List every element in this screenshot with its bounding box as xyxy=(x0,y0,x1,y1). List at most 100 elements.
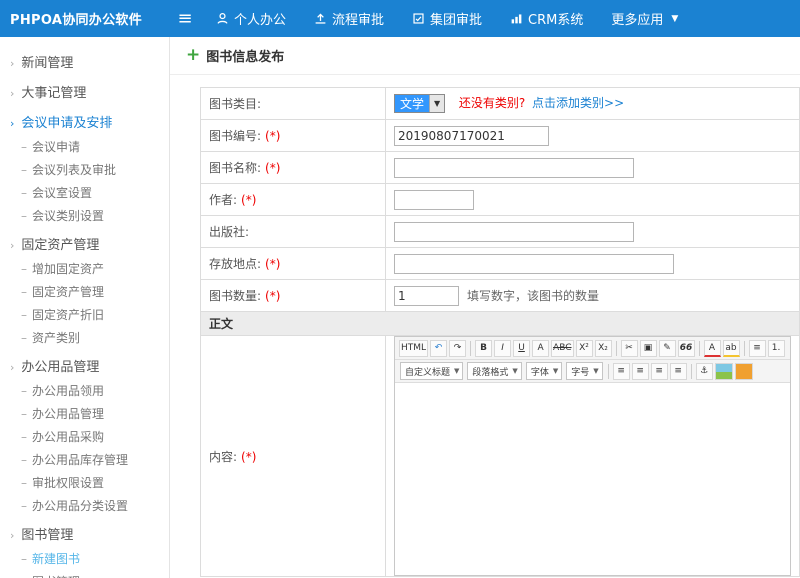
menu-icon[interactable]: ≡ xyxy=(170,8,200,29)
sidebar-item-meeting-category-settings[interactable]: –会议类别设置 xyxy=(0,205,169,228)
align-justify-icon[interactable]: ≡ xyxy=(670,363,687,380)
redo-icon[interactable]: ↷ xyxy=(449,340,466,357)
strikethrough-icon[interactable]: ABC xyxy=(551,340,573,357)
font-color-icon[interactable]: A xyxy=(704,340,721,357)
superscript-icon[interactable]: X² xyxy=(576,340,593,357)
sidebar-item-label: 办公用品库存管理 xyxy=(32,453,128,467)
paragraph-format-select[interactable]: 段落格式▼ xyxy=(467,362,521,380)
cut-icon[interactable]: ✂ xyxy=(621,340,638,357)
sidebar-group-memorabilia[interactable]: ›大事记管理 xyxy=(0,82,169,106)
custom-title-select[interactable]: 自定义标题▼ xyxy=(400,362,463,380)
editor-content-area[interactable] xyxy=(395,383,790,575)
sidebar-item-supplies-category-settings[interactable]: –办公用品分类设置 xyxy=(0,495,169,518)
map-icon[interactable] xyxy=(735,363,753,380)
subscript-icon[interactable]: X₂ xyxy=(595,340,612,357)
toolbar-separator xyxy=(470,341,471,356)
book-no-input[interactable] xyxy=(394,126,549,146)
sidebar-item-supplies-inventory[interactable]: –办公用品库存管理 xyxy=(0,449,169,472)
sidebar-item-meeting-apply[interactable]: –会议申请 xyxy=(0,136,169,159)
sidebar-item-approval-permission-settings[interactable]: –审批权限设置 xyxy=(0,472,169,495)
nav-crm-system[interactable]: CRM系统 xyxy=(510,9,583,28)
field-label: 内容: xyxy=(209,450,237,464)
paste-icon[interactable]: ▣ xyxy=(640,340,657,357)
add-category-link[interactable]: 点击添加类别>> xyxy=(532,96,624,110)
dash-icon: – xyxy=(21,453,27,467)
align-center-icon[interactable]: ≡ xyxy=(632,363,649,380)
sidebar-group-label: 图书管理 xyxy=(21,528,73,543)
highlight-color-icon[interactable]: ab xyxy=(723,340,740,357)
nav-group-approval[interactable]: 集团审批 xyxy=(412,9,482,28)
sidebar-item-meeting-room-settings[interactable]: –会议室设置 xyxy=(0,182,169,205)
sidebar-group-meeting[interactable]: ›会议申请及安排 xyxy=(0,112,169,136)
sidebar-item-supplies-manage[interactable]: –办公用品管理 xyxy=(0,403,169,426)
dash-icon: – xyxy=(21,209,27,223)
sidebar-item-label: 会议申请 xyxy=(32,140,80,154)
sidebar-item-new-book[interactable]: –新建图书 xyxy=(0,548,169,571)
underline-icon[interactable]: U xyxy=(513,340,530,357)
dash-icon: – xyxy=(21,499,27,513)
sidebar-item-supplies-purchase[interactable]: –办公用品采购 xyxy=(0,426,169,449)
sidebar-item-supplies-claim[interactable]: –办公用品领用 xyxy=(0,380,169,403)
nav-personal-office[interactable]: 个人办公 xyxy=(216,9,286,28)
quantity-input[interactable] xyxy=(394,286,459,306)
required-mark: (*) xyxy=(265,129,280,143)
chevron-right-icon: › xyxy=(10,361,14,374)
app-logo: PHPOA协同办公软件 xyxy=(0,9,170,28)
required-mark: (*) xyxy=(241,450,256,464)
location-input[interactable] xyxy=(394,254,674,274)
sidebar-group-books[interactable]: ›图书管理 xyxy=(0,524,169,548)
sidebar-group-fixed-assets[interactable]: ›固定资产管理 xyxy=(0,234,169,258)
topbar: PHPOA协同办公软件 ≡ 个人办公 流程审批 集团审批 CRM系统 xyxy=(0,0,800,37)
bold-icon[interactable]: B xyxy=(475,340,492,357)
author-input[interactable] xyxy=(394,190,474,210)
toolbar-separator xyxy=(699,341,700,356)
sidebar-item-label: 办公用品管理 xyxy=(32,407,104,421)
caret-down-icon: ▼ xyxy=(512,367,517,375)
link-icon[interactable]: ⚓ xyxy=(696,363,713,380)
caret-down-icon: ▼ xyxy=(671,14,678,24)
rich-text-editor: HTML↶↷BIUAABCX²X₂✂▣✎66Aab≡1. 自定义标题▼段落格式▼… xyxy=(394,336,791,576)
nav-more-apps[interactable]: 更多应用 ▼ xyxy=(611,9,678,28)
sidebar-item-asset-category[interactable]: –资产类别 xyxy=(0,327,169,350)
form-row-publisher: 出版社: xyxy=(201,216,800,248)
book-name-input[interactable] xyxy=(394,158,634,178)
bullet-list-icon[interactable]: ≡ xyxy=(749,340,766,357)
publisher-input[interactable] xyxy=(394,222,634,242)
sidebar-item-label: 会议列表及审批 xyxy=(32,163,116,177)
dash-icon: – xyxy=(21,331,27,345)
sidebar-item-meeting-list-approval[interactable]: –会议列表及审批 xyxy=(0,159,169,182)
source-code-button[interactable]: HTML xyxy=(399,340,428,357)
sidebar-group-office-supplies[interactable]: ›办公用品管理 xyxy=(0,356,169,380)
image-icon[interactable] xyxy=(715,363,733,380)
sidebar-item-label: 办公用品分类设置 xyxy=(32,499,128,513)
dash-icon: – xyxy=(21,476,27,490)
page-title: 图书信息发布 xyxy=(206,46,284,65)
sidebar-item-add-fixed-asset[interactable]: –增加固定资产 xyxy=(0,258,169,281)
format-brush-icon[interactable]: ✎ xyxy=(659,340,676,357)
sidebar-group-label: 大事记管理 xyxy=(21,86,86,101)
sidebar-item-fixed-asset-manage[interactable]: –固定资产管理 xyxy=(0,281,169,304)
nav-process-approval[interactable]: 流程审批 xyxy=(314,9,384,28)
align-left-icon[interactable]: ≡ xyxy=(613,363,630,380)
dash-icon: – xyxy=(21,163,27,177)
main-content: + 图书信息发布 图书类目: 文学 ▼ 还没有类别? 点击添加类别>> xyxy=(170,37,800,578)
dash-icon: – xyxy=(21,140,27,154)
sidebar-item-book-manage[interactable]: –图书管理 xyxy=(0,571,169,578)
field-label: 图书类目: xyxy=(209,97,261,111)
font-style-icon[interactable]: A xyxy=(532,340,549,357)
blockquote-icon[interactable]: 66 xyxy=(678,340,695,357)
category-select-value: 文学 xyxy=(395,95,429,112)
sidebar-item-fixed-asset-depreciation[interactable]: –固定资产折旧 xyxy=(0,304,169,327)
dash-icon: – xyxy=(21,186,27,200)
category-select[interactable]: 文学 ▼ xyxy=(394,94,445,113)
required-mark: (*) xyxy=(265,161,280,175)
undo-icon[interactable]: ↶ xyxy=(430,340,447,357)
process-icon xyxy=(314,12,327,25)
numbered-list-icon[interactable]: 1. xyxy=(768,340,785,357)
font-family-select[interactable]: 字体▼ xyxy=(526,362,562,380)
italic-icon[interactable]: I xyxy=(494,340,511,357)
sidebar-group-news[interactable]: ›新闻管理 xyxy=(0,52,169,76)
align-right-icon[interactable]: ≡ xyxy=(651,363,668,380)
sidebar-item-label: 会议室设置 xyxy=(32,186,92,200)
font-size-select[interactable]: 字号▼ xyxy=(566,362,602,380)
